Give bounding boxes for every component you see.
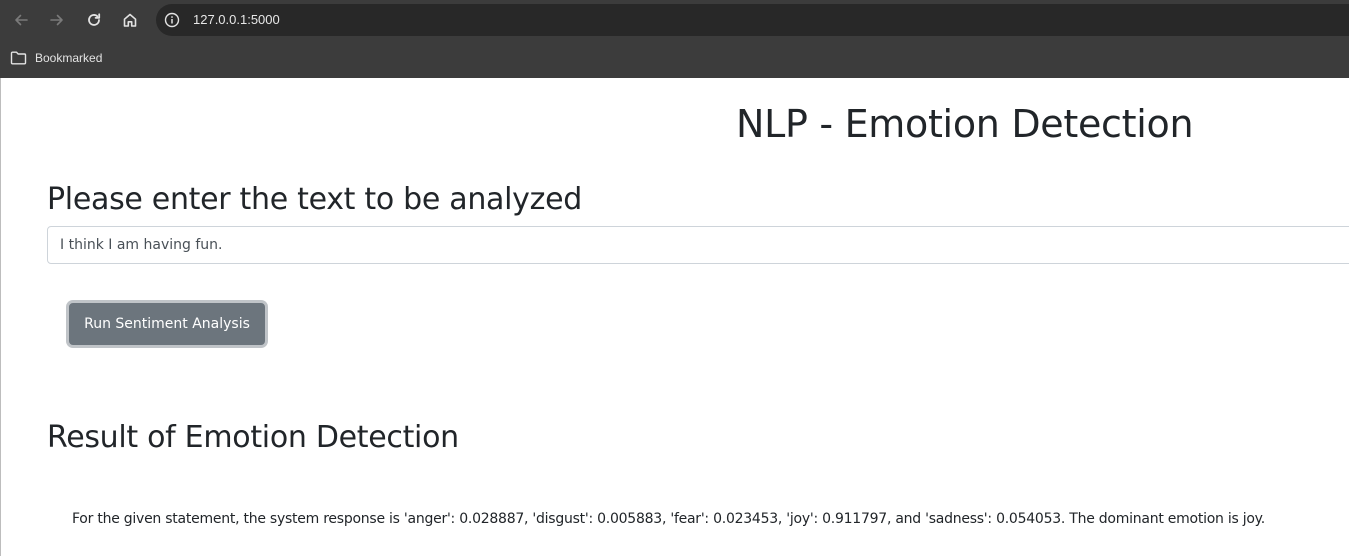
forward-button[interactable]	[43, 6, 71, 34]
info-icon[interactable]	[164, 12, 180, 28]
arrow-left-icon	[15, 14, 28, 26]
address-bar[interactable]: 127.0.0.1:5000	[156, 4, 1349, 36]
text-to-analyze-input[interactable]	[47, 226, 1349, 264]
input-heading: Please enter the text to be analyzed	[47, 182, 582, 217]
bookmark-label: Bookmarked	[35, 51, 103, 65]
folder-icon	[10, 51, 27, 65]
page-content: NLP - Emotion Detection Please enter the…	[0, 78, 1349, 556]
home-icon	[123, 13, 137, 27]
reload-icon	[88, 13, 101, 26]
url-text[interactable]: 127.0.0.1:5000	[193, 11, 280, 29]
back-button[interactable]	[7, 6, 35, 34]
run-sentiment-analysis-button[interactable]: Run Sentiment Analysis	[69, 303, 265, 345]
browser-toolbar: 127.0.0.1:5000	[0, 0, 1349, 40]
home-button[interactable]	[116, 6, 144, 34]
reload-button[interactable]	[80, 6, 108, 34]
page-title: NLP - Emotion Detection	[736, 102, 1194, 146]
result-text: For the given statement, the system resp…	[72, 511, 1265, 527]
bookmarks-bar: Bookmarked	[0, 40, 1349, 78]
result-heading: Result of Emotion Detection	[47, 420, 459, 455]
bookmark-folder-bookmarked[interactable]: Bookmarked	[10, 48, 102, 68]
arrow-right-icon	[50, 14, 63, 26]
